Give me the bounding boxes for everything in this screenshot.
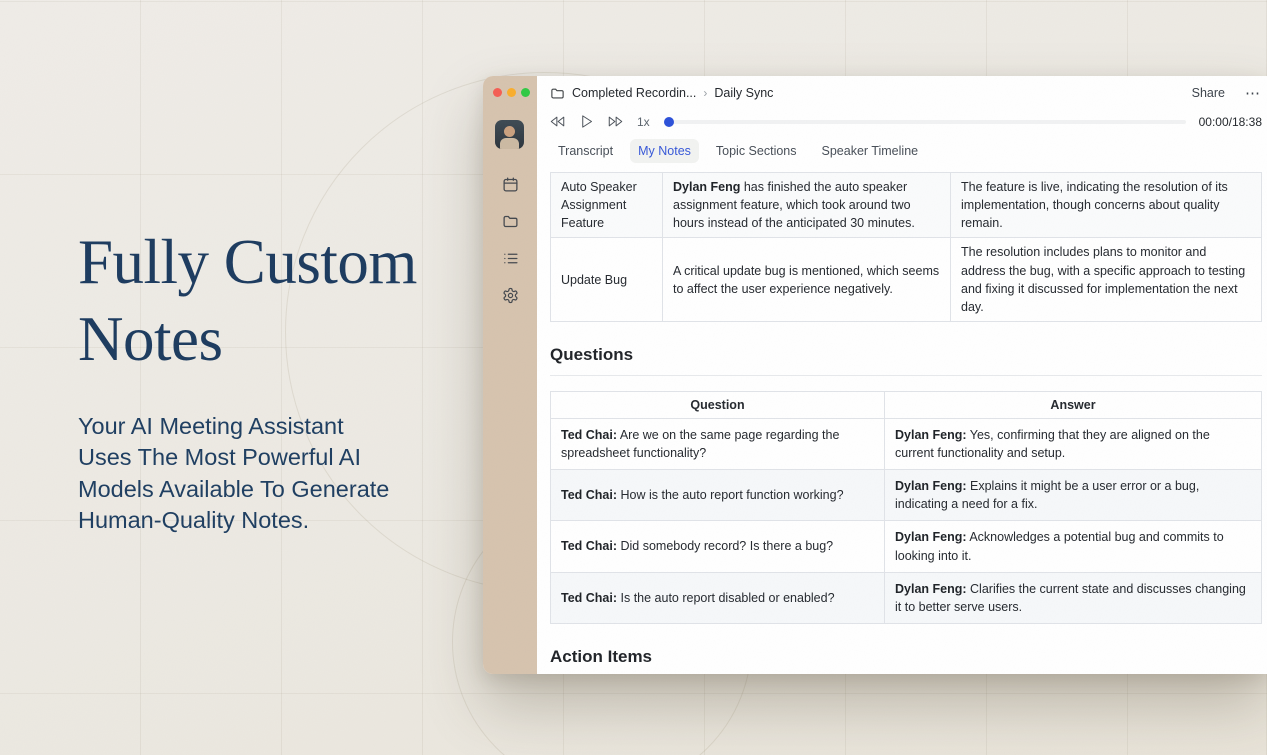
tab-topic-sections[interactable]: Topic Sections [708,139,805,163]
sidebar [483,76,537,674]
avatar[interactable] [495,120,524,149]
hero-title-line: Fully Custom [78,224,468,301]
question-text: How is the auto report function working? [617,488,844,502]
hero-subtitle-line: Uses The Most Powerful AI [78,442,468,473]
question-column-header: Question [551,391,885,418]
avatar-torso [500,138,519,149]
question-cell: Ted Chai: How is the auto report functio… [551,470,885,521]
list-icon[interactable] [502,250,519,267]
question-text: Is the auto report disabled or enabled? [617,591,835,605]
breadcrumb: Completed Recordin... › Daily Sync [550,86,773,101]
outcome-cell: The feature is live, indicating the reso… [951,173,1262,238]
tab-my-notes[interactable]: My Notes [630,139,699,163]
hero-title-line: Notes [78,301,468,378]
minimize-button[interactable] [507,88,516,97]
avatar-head [504,126,515,137]
speaker-name: Dylan Feng [673,180,740,194]
window-controls [493,88,530,97]
speaker-name: Ted Chai: [561,428,617,442]
hero-title: Fully Custom Notes [78,224,468,379]
answer-cell: Dylan Feng: Explains it might be a user … [885,470,1262,521]
folder-icon[interactable] [502,213,519,230]
outcome-cell: The resolution includes plans to monitor… [951,238,1262,322]
questions-heading: Questions [550,345,1262,365]
progress-knob[interactable] [664,117,674,127]
hero-subtitle-line: Human-Quality Notes. [78,505,468,536]
close-button[interactable] [493,88,502,97]
gear-icon[interactable] [502,287,519,304]
table-row: Ted Chai: Did somebody record? Is there … [551,521,1262,572]
table-row: Ted Chai: How is the auto report functio… [551,470,1262,521]
answer-cell: Dylan Feng: Yes, confirming that they ar… [885,418,1262,469]
detail-text: A critical update bug is mentioned, whic… [673,264,939,296]
table-row: Ted Chai: Is the auto report disabled or… [551,572,1262,623]
speaker-name: Ted Chai: [561,539,617,553]
hero-subtitle-line: Your AI Meeting Assistant [78,411,468,442]
playback-speed[interactable]: 1x [637,115,650,129]
action-items-heading: Action Items [550,647,1262,667]
hero-subtitle: Your AI Meeting Assistant Uses The Most … [78,411,468,537]
notes-table: Auto Speaker Assignment Feature Dylan Fe… [550,172,1262,322]
folder-icon [550,86,565,101]
progress-bar[interactable] [666,120,1186,124]
speaker-name: Ted Chai: [561,591,617,605]
rewind-icon[interactable] [550,114,565,129]
zoom-button[interactable] [521,88,530,97]
speaker-name: Dylan Feng: [895,530,967,544]
sidebar-nav [483,176,537,304]
tab-speaker-timeline[interactable]: Speaker Timeline [814,139,927,163]
tab-bar: Transcript My Notes Topic Sections Speak… [550,139,1262,163]
hero-subtitle-line: Models Available To Generate [78,474,468,505]
questions-table: Question Answer Ted Chai: Are we on the … [550,391,1262,624]
topic-cell: Update Bug [551,238,663,322]
answer-column-header: Answer [885,391,1262,418]
topic-cell: Auto Speaker Assignment Feature [551,173,663,238]
question-text: Did somebody record? Is there a bug? [617,539,833,553]
breadcrumb-current[interactable]: Daily Sync [714,86,773,100]
speaker-name: Dylan Feng: [895,582,967,596]
detail-cell: Dylan Feng has finished the auto speaker… [663,173,951,238]
breadcrumb-separator: › [703,86,707,100]
table-row: Update Bug A critical update bug is ment… [551,238,1262,322]
tab-transcript[interactable]: Transcript [550,139,621,163]
speaker-name: Dylan Feng: [895,479,967,493]
detail-cell: A critical update bug is mentioned, whic… [663,238,951,322]
header-row: Completed Recordin... › Daily Sync Share… [550,84,1262,102]
calendar-icon[interactable] [502,176,519,193]
question-cell: Ted Chai: Is the auto report disabled or… [551,572,885,623]
play-icon[interactable] [579,114,594,129]
answer-cell: Dylan Feng: Acknowledges a potential bug… [885,521,1262,572]
share-button[interactable]: Share [1192,86,1225,100]
speaker-name: Dylan Feng: [895,428,967,442]
question-cell: Ted Chai: Did somebody record? Is there … [551,521,885,572]
hero-section: Fully Custom Notes Your AI Meeting Assis… [78,224,468,537]
player-controls: 1x 00:00/18:38 [550,114,1262,129]
speaker-name: Ted Chai: [561,488,617,502]
main-content: Completed Recordin... › Daily Sync Share… [537,76,1267,674]
playback-time: 00:00/18:38 [1199,115,1262,129]
fast-forward-icon[interactable] [608,114,623,129]
page: Fully Custom Notes Your AI Meeting Assis… [0,0,1267,755]
answer-cell: Dylan Feng: Clarifies the current state … [885,572,1262,623]
more-menu-button[interactable]: ⋯ [1245,84,1260,102]
divider [550,375,1262,376]
table-row: Ted Chai: Are we on the same page regard… [551,418,1262,469]
breadcrumb-folder[interactable]: Completed Recordin... [572,86,696,100]
table-row: Auto Speaker Assignment Feature Dylan Fe… [551,173,1262,238]
app-window: Completed Recordin... › Daily Sync Share… [483,76,1267,674]
question-cell: Ted Chai: Are we on the same page regard… [551,418,885,469]
table-header-row: Question Answer [551,391,1262,418]
